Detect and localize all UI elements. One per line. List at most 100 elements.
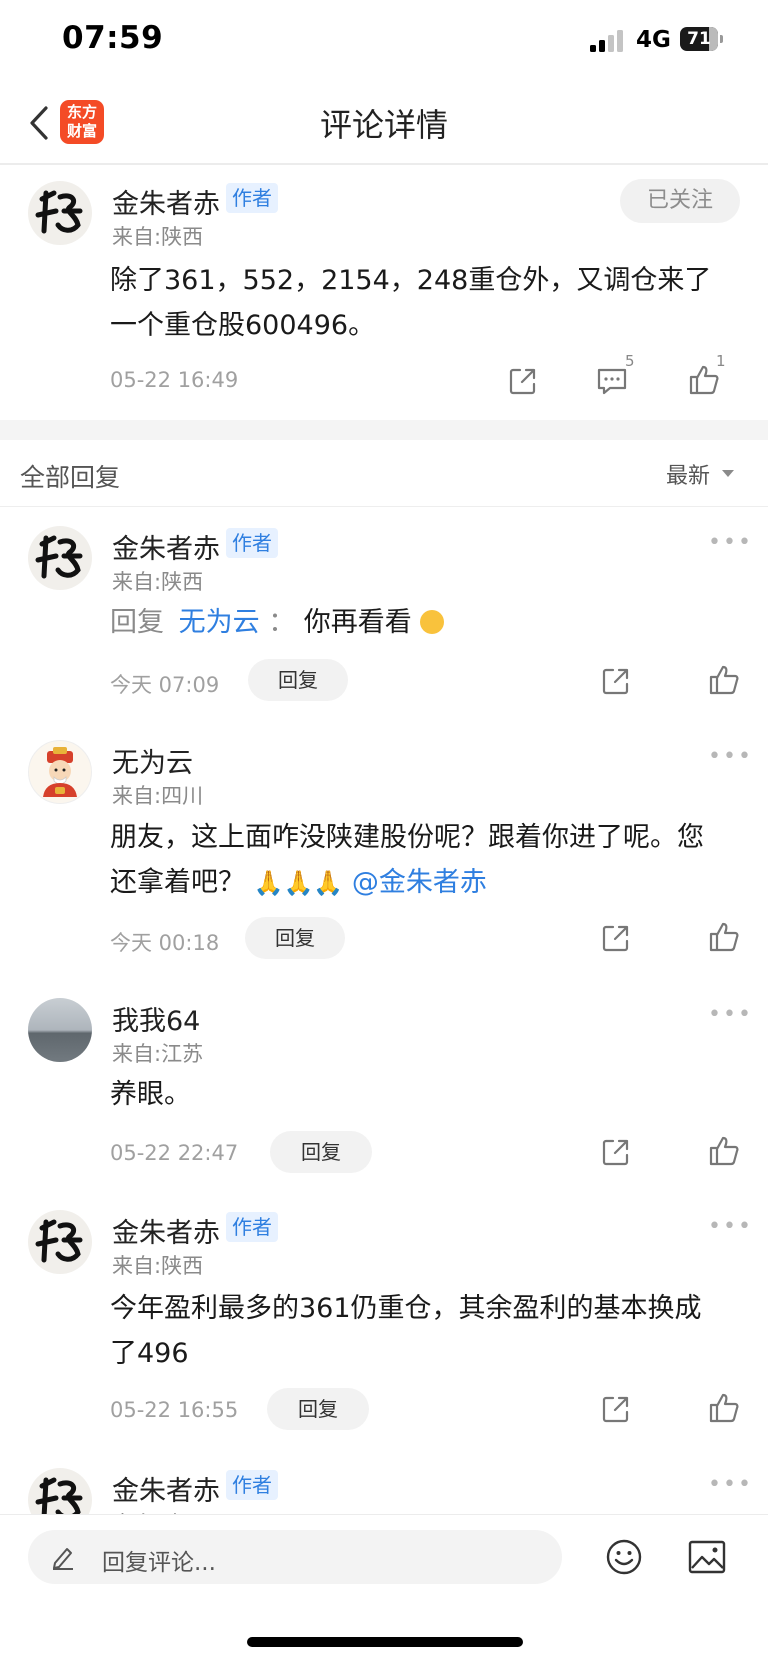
comment-button[interactable] xyxy=(596,366,628,400)
section-divider xyxy=(0,420,768,440)
emoji-button[interactable] xyxy=(605,1538,643,1580)
reply-content: 朋友，这上面咋没陕建股份呢？跟着你进了呢。您 还拿着吧？ 🙏🙏🙏 @金朱者赤 xyxy=(110,815,704,906)
calligraphy-avatar-icon xyxy=(35,190,83,234)
thumbs-up-icon xyxy=(709,1393,739,1423)
reply-button[interactable]: 回复 xyxy=(245,917,345,959)
post-content-line2: 一个重仓股600496。 xyxy=(110,310,376,341)
thumbs-up-icon xyxy=(709,665,739,695)
reply-input-placeholder: 回复评论... xyxy=(102,1550,216,1576)
replies-section-title: 全部回复 xyxy=(20,463,121,492)
network-type: 4G xyxy=(636,27,671,53)
reply-content-line1: 今年盈利最多的361仍重仓，其余盈利的基本换成 xyxy=(110,1293,702,1324)
reply-content-line2-text: 还拿着吧？ xyxy=(110,867,245,898)
like-count: 1 xyxy=(716,352,726,370)
list-divider xyxy=(0,506,768,507)
avatar[interactable] xyxy=(28,181,92,245)
reply-location: 来自:陕西 xyxy=(112,570,204,594)
avatar[interactable] xyxy=(28,526,92,590)
more-options-icon[interactable]: ••• xyxy=(708,1214,753,1239)
mention-link[interactable]: @金朱者赤 xyxy=(352,867,487,898)
avatar[interactable] xyxy=(28,740,92,804)
battery-level: 71 xyxy=(687,29,711,49)
reply-content: 回复 无为云 ： 你再看看 xyxy=(110,600,445,645)
post-location: 来自:陕西 xyxy=(112,225,204,249)
post-content-line1: 除了361，552，2154，248重仓外，又调仓来了 xyxy=(110,265,712,296)
reply-content: 养眼。 xyxy=(110,1079,191,1110)
nav-divider xyxy=(0,163,768,165)
more-options-icon[interactable]: ••• xyxy=(708,530,753,555)
share-icon xyxy=(602,668,629,695)
more-options-icon[interactable]: ••• xyxy=(708,1472,753,1497)
reply-comment-input[interactable]: 回复评论... xyxy=(28,1530,562,1584)
like-button[interactable] xyxy=(708,664,740,700)
image-icon xyxy=(688,1540,726,1574)
avatar[interactable] xyxy=(28,998,92,1062)
share-icon xyxy=(509,368,536,395)
reply-content-line1: 朋友，这上面咋没陕建股份呢？跟着你进了呢。您 xyxy=(110,822,704,853)
reply-author-name[interactable]: 金朱者赤 xyxy=(112,1469,220,1508)
smile-emoji-icon xyxy=(420,610,445,634)
reply-location: 来自:陕西 xyxy=(112,1254,204,1278)
like-button[interactable] xyxy=(708,921,740,957)
reply-author-name[interactable]: 我我64 xyxy=(112,999,200,1038)
reply-button[interactable]: 回复 xyxy=(248,659,348,701)
image-button[interactable] xyxy=(688,1540,726,1578)
share-button[interactable] xyxy=(601,1394,631,1428)
reply-button[interactable]: 回复 xyxy=(270,1131,372,1173)
calligraphy-avatar-icon xyxy=(35,1219,83,1263)
author-badge: 作者 xyxy=(226,1212,278,1242)
reply-time: 05-22 16:55 xyxy=(110,1398,239,1422)
reply-time: 今天 00:18 xyxy=(110,931,220,955)
thumbs-up-icon xyxy=(709,1136,739,1166)
post-author-name[interactable]: 金朱者赤 xyxy=(112,182,220,221)
more-options-icon[interactable]: ••• xyxy=(708,1002,753,1027)
follow-button[interactable]: 已关注 xyxy=(620,179,740,223)
calligraphy-avatar-icon xyxy=(35,535,83,579)
author-badge: 作者 xyxy=(226,183,278,213)
comment-count: 5 xyxy=(625,352,635,370)
reply-text: 你再看看 xyxy=(303,607,412,638)
author-badge: 作者 xyxy=(226,1470,278,1500)
more-options-icon[interactable]: ••• xyxy=(708,744,753,769)
share-icon xyxy=(602,1396,629,1423)
battery-icon: 71 xyxy=(680,27,724,51)
share-button[interactable] xyxy=(601,666,631,700)
reply-button[interactable]: 回复 xyxy=(267,1388,369,1430)
author-badge: 作者 xyxy=(226,528,278,558)
share-icon xyxy=(602,925,629,952)
thumbs-up-icon xyxy=(709,922,739,952)
reply-location: 来自:江苏 xyxy=(112,1042,204,1066)
reply-time: 05-22 22:47 xyxy=(110,1141,239,1165)
home-indicator[interactable] xyxy=(247,1637,523,1647)
page-title: 评论详情 xyxy=(319,106,448,144)
share-button[interactable] xyxy=(601,1137,631,1171)
reply-to-user-link[interactable]: 无为云 xyxy=(179,607,260,638)
post-content: 除了361，552，2154，248重仓外，又调仓来了 一个重仓股600496。 xyxy=(110,258,711,348)
post-time: 05-22 16:49 xyxy=(110,368,239,392)
reply-time: 今天 07:09 xyxy=(110,673,220,697)
reply-content: 今年盈利最多的361仍重仓，其余盈利的基本换成 了496 xyxy=(110,1286,702,1376)
comment-icon xyxy=(597,368,627,395)
caret-down-icon[interactable] xyxy=(722,470,734,477)
sort-dropdown[interactable]: 最新 xyxy=(666,458,710,490)
pray-emoji-icon: 🙏🙏🙏 xyxy=(253,869,344,897)
share-button[interactable] xyxy=(508,366,538,400)
cartoon-god-of-wealth-avatar-icon xyxy=(43,747,77,797)
reply-author-name[interactable]: 无为云 xyxy=(112,741,193,780)
like-button[interactable] xyxy=(708,1392,740,1428)
share-button[interactable] xyxy=(601,923,631,957)
status-time: 07:59 xyxy=(62,20,164,56)
pencil-icon xyxy=(53,1548,73,1570)
share-icon xyxy=(602,1139,629,1166)
avatar[interactable] xyxy=(28,1210,92,1274)
like-button[interactable] xyxy=(708,1135,740,1171)
reply-content-line2: 了496 xyxy=(110,1338,189,1369)
reply-author-name[interactable]: 金朱者赤 xyxy=(112,1211,220,1250)
reply-location: 来自:四川 xyxy=(112,784,204,808)
cellular-signal-icon xyxy=(590,28,626,52)
reply-content-line2: 还拿着吧？ 🙏🙏🙏 @金朱者赤 xyxy=(110,860,704,906)
reply-separator: ： xyxy=(268,607,296,638)
reply-prefix: 回复 xyxy=(110,607,164,638)
smiley-icon xyxy=(606,1539,642,1575)
reply-author-name[interactable]: 金朱者赤 xyxy=(112,527,220,566)
